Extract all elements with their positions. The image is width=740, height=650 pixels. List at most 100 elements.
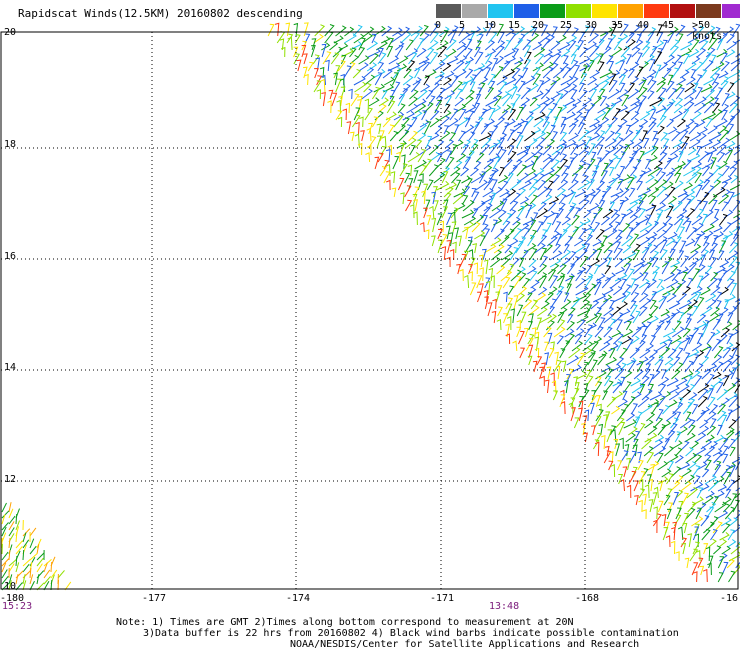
wind-barb [732,524,740,534]
wind-barb [556,335,565,345]
wind-barb [675,507,682,520]
wind-barb [409,89,419,100]
wind-barb [657,125,665,135]
wind-barb [314,24,326,37]
wind-barb [339,42,349,51]
wind-barb [481,223,489,233]
wind-barb [487,169,497,184]
legend-label: 15 [507,20,521,31]
wind-barb [685,446,694,457]
wind-barb [646,412,656,422]
wind-barb [376,135,382,149]
legend-label: 35 [610,20,624,31]
wind-barb [698,126,708,135]
wind-barb [524,130,536,142]
wind-barb [498,132,508,142]
wind-barb [702,165,711,177]
wind-barb [536,317,543,331]
wind-barb [325,59,330,72]
wind-barb [529,248,538,261]
wind-barb [614,258,624,268]
wind-barb [574,237,584,247]
wind-barb [691,403,699,415]
wind-barb [610,277,622,289]
wind-barb [602,208,614,219]
wind-barb [465,47,473,58]
wind-barb [418,56,430,65]
wind-barb [665,535,671,548]
wind-barb [612,391,624,401]
wind-barb [661,468,672,478]
wind-barb [421,190,426,205]
wind-barb [729,282,738,296]
wind-barb [707,396,716,408]
wind-barb [1,551,9,561]
wind-barb [483,259,489,275]
wind-barb [580,65,588,79]
wind-barb [551,131,559,142]
wind-barb [661,39,668,51]
wind-barb [386,179,391,191]
wind-barb [22,528,31,537]
wind-barb [385,163,391,177]
wind-barb [589,194,596,205]
wind-barb [393,114,404,128]
wind-barb [463,274,470,289]
legend-swatch [592,4,618,18]
wind-barb [700,83,713,93]
wind-barb [520,311,527,324]
wind-barb [713,545,722,555]
wind-barb [691,268,701,282]
wind-barb [405,39,414,51]
wind-barb [424,69,437,79]
wind-barb [627,68,635,79]
wind-barb [629,117,640,128]
wind-barb [564,328,575,338]
wind-barb [446,55,459,65]
wind-barb [489,167,499,177]
credit-line: NOAA/NESDIS/Center for Satellite Applica… [290,639,640,650]
wind-barb [644,419,654,429]
wind-barb [423,121,432,135]
wind-barb [433,60,446,72]
wind-barb [459,268,464,282]
wind-barb [734,39,740,44]
wind-barb [15,574,19,585]
wind-barb [597,317,606,331]
wind-barb [700,355,710,366]
wind-barb [700,139,713,149]
wind-barb [515,131,522,142]
wind-barb [631,391,642,401]
wind-barb [562,55,569,65]
wind-barb [645,174,655,184]
wind-barb [579,47,589,58]
wind-barb [22,549,25,561]
wind-barb [730,54,740,65]
wind-barb [590,151,597,163]
wind-barb [664,356,674,366]
wind-barb [594,124,603,135]
wind-barb [502,93,513,107]
wind-barb [415,139,423,149]
wind-barb [727,191,735,205]
wind-barb [711,354,723,366]
wind-barb [374,156,380,170]
wind-barb [729,329,740,338]
wind-barb [677,250,685,261]
wind-barb [691,465,701,478]
wind-barb [478,254,484,268]
wind-barb [434,200,439,212]
wind-barb [388,124,395,135]
wind-barb [460,166,470,177]
lat-label-18: 18 [4,139,17,150]
wind-barb [530,279,540,289]
wind-barb [670,540,676,555]
wind-barb [513,295,519,310]
wind-barb [413,170,419,184]
wind-barb [335,25,347,37]
wind-barb [695,349,705,359]
wind-barb [592,238,602,247]
wind-barb [679,142,689,156]
wind-barb [627,214,639,226]
wind-barb [721,93,730,107]
